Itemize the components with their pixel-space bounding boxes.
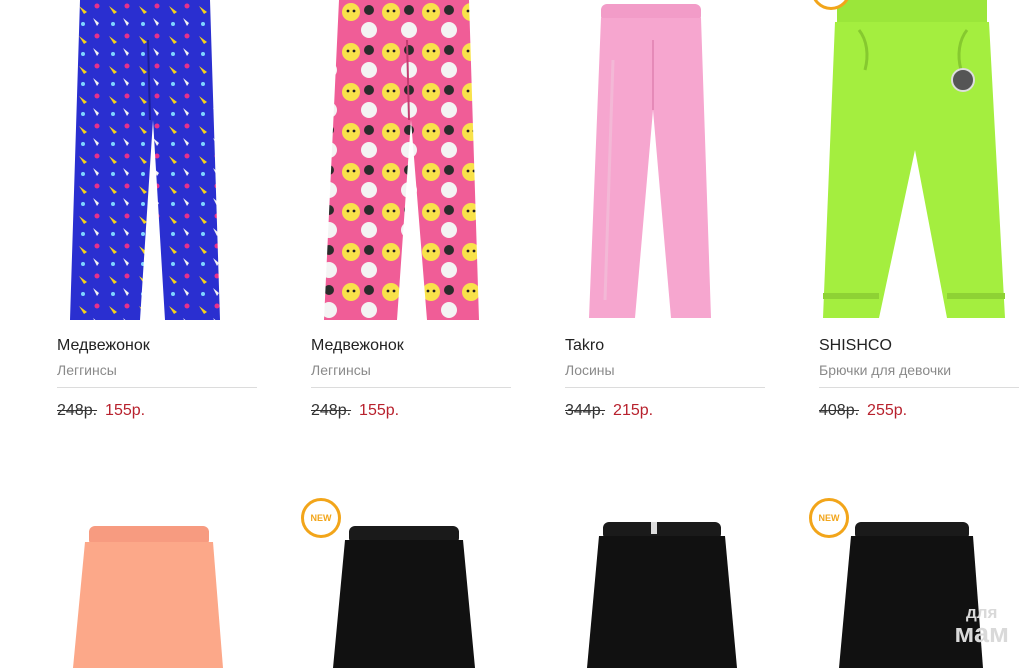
divider (819, 387, 1019, 388)
price-block: 408р. 255р. (819, 402, 907, 420)
watermark-line2: мам (954, 618, 1009, 649)
old-price: 248р. (57, 402, 98, 419)
product-brand[interactable]: Takro (565, 337, 604, 355)
product-image[interactable] (45, 0, 255, 320)
sale-price: 215р. (613, 402, 654, 419)
sale-price: 255р. (867, 402, 908, 419)
product-image[interactable] (299, 0, 509, 320)
product-brand[interactable]: Медвежонок (57, 337, 150, 355)
old-price: 248р. (311, 402, 352, 419)
product-category: Брючки для девочки (819, 362, 952, 378)
product-brand[interactable]: SHISHCO (819, 337, 892, 355)
product-brand[interactable]: Медвежонок (311, 337, 404, 355)
divider (57, 387, 257, 388)
sale-price: 155р. (105, 402, 146, 419)
old-price: 408р. (819, 402, 860, 419)
product-category: Лосины (565, 362, 615, 378)
product-image[interactable] (553, 0, 763, 320)
price-block: 248р. 155р. (57, 402, 145, 420)
divider (311, 387, 511, 388)
sale-price: 155р. (359, 402, 400, 419)
product-category: Леггинсы (311, 362, 371, 378)
new-badge: NEW (301, 498, 341, 538)
price-block: 344р. 215р. (565, 402, 653, 420)
divider (565, 387, 765, 388)
product-grid: Медвежонок Леггинсы 248р. 155р. Медвежон… (0, 0, 1025, 668)
product-image[interactable] (45, 498, 255, 668)
product-category: Леггинсы (57, 362, 117, 378)
price-block: 248р. 155р. (311, 402, 399, 420)
site-watermark-logo: для мам (954, 604, 1009, 649)
product-image[interactable] (553, 498, 763, 668)
product-image[interactable] (807, 0, 1017, 320)
old-price: 344р. (565, 402, 606, 419)
new-badge: NEW (809, 498, 849, 538)
